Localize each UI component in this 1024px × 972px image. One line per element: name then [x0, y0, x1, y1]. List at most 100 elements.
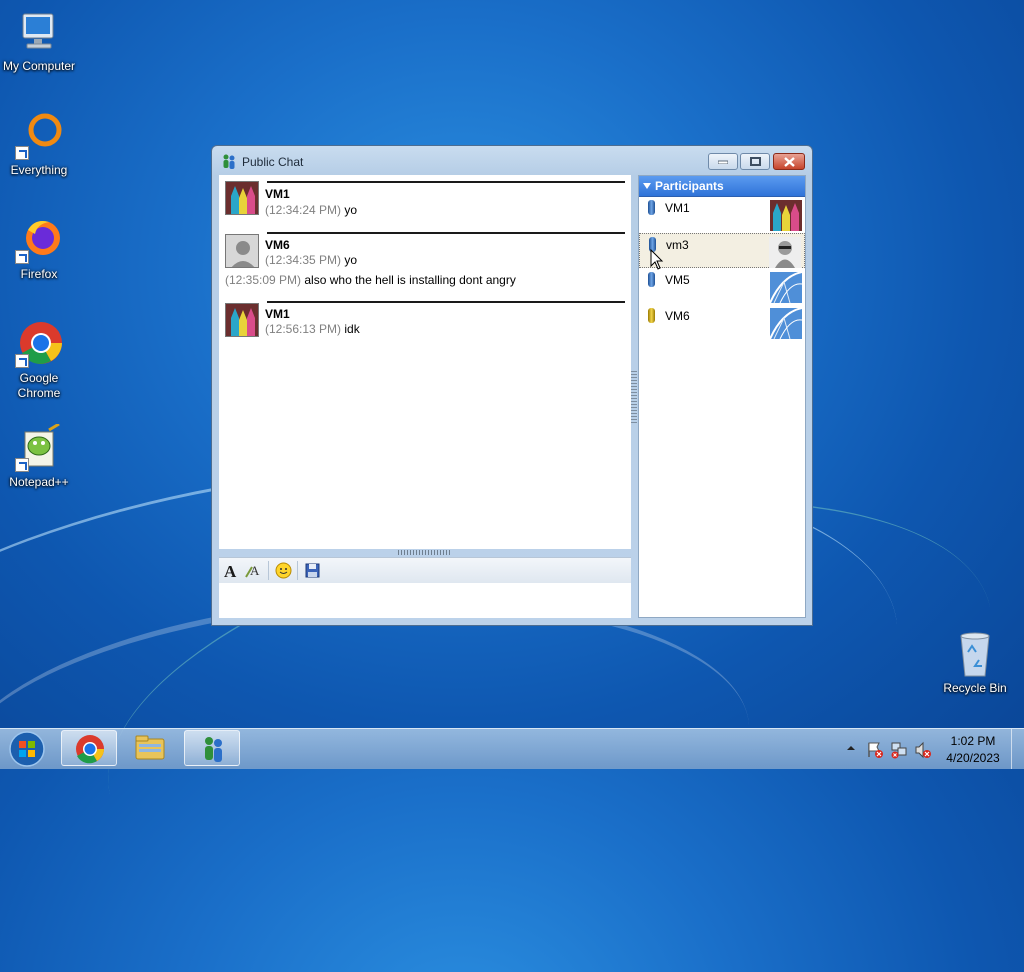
- taskbar-file-explorer[interactable]: [122, 730, 178, 766]
- desktop-icon-notepad-plus-plus[interactable]: Notepad++: [0, 422, 78, 490]
- minimize-button[interactable]: [708, 153, 738, 170]
- shortcut-arrow-icon: [15, 146, 29, 160]
- shortcut-arrow-icon: [15, 250, 29, 264]
- format-toolbar: A A: [219, 557, 631, 584]
- volume-muted-icon[interactable]: [914, 741, 932, 759]
- system-tray: [842, 729, 932, 769]
- emoticon-button[interactable]: [275, 562, 292, 579]
- everything-search-icon: [15, 112, 63, 160]
- message-input[interactable]: [219, 583, 631, 618]
- message-group: VM6 (12:34:35 PM) yo (12:35:09 PM) also …: [225, 232, 625, 294]
- message-line: (12:34:35 PM) yo: [265, 253, 357, 267]
- show-desktop-button[interactable]: [1011, 729, 1024, 769]
- svg-text:A: A: [224, 562, 237, 579]
- close-icon: [783, 156, 795, 167]
- recycle-bin-icon: [951, 630, 999, 678]
- show-hidden-icons-icon[interactable]: [846, 744, 856, 752]
- message-group: VM1 (12:34:24 PM) yo: [225, 181, 625, 221]
- restore-button[interactable]: [740, 153, 770, 170]
- participants-panel: Participants VM1 vm3 VM5 VM6: [638, 175, 806, 618]
- svg-text:A: A: [250, 563, 260, 578]
- taskbar-public-chat[interactable]: [184, 730, 240, 766]
- firefox-icon: [15, 216, 63, 264]
- avatar: [225, 181, 259, 215]
- message-group: VM1 (12:56:13 PM) idk: [225, 301, 625, 341]
- desktop-icon-label: My Computer: [2, 59, 76, 73]
- action-center-flag-icon[interactable]: [866, 741, 884, 759]
- desktop-icon-recycle-bin[interactable]: Recycle Bin: [936, 630, 1014, 696]
- shortcut-arrow-icon: [15, 354, 29, 368]
- message-author: VM1: [265, 187, 290, 201]
- message-line: (12:35:09 PM) also who the hell is insta…: [225, 273, 516, 287]
- chat-app-icon: [222, 154, 236, 169]
- smiley-icon: [275, 562, 292, 579]
- desktop-icon-label: Firefox: [20, 267, 58, 281]
- participant-item[interactable]: VM6: [639, 305, 805, 340]
- mouse-cursor-icon: [650, 249, 664, 270]
- participant-avatar: [770, 272, 802, 303]
- title-bar[interactable]: Public Chat: [212, 146, 812, 176]
- save-icon: [305, 563, 320, 578]
- clock-time: 1:02 PM: [950, 734, 996, 748]
- message-separator: [267, 181, 625, 183]
- close-button[interactable]: [773, 153, 805, 170]
- desktop-icon-everything[interactable]: Everything: [0, 112, 78, 178]
- network-icon[interactable]: [890, 741, 908, 759]
- participant-name: VM1: [665, 201, 690, 215]
- chrome-icon: [76, 735, 104, 764]
- message-separator: [267, 232, 625, 234]
- user-status-icon: [648, 272, 655, 287]
- message-timestamp: (12:34:24 PM): [265, 203, 342, 217]
- toolbar-separator: [297, 561, 298, 580]
- message-text: yo: [341, 253, 358, 267]
- notepad-plus-plus-icon: [15, 422, 63, 472]
- pane-splitter-vertical[interactable]: [631, 371, 637, 423]
- windows-start-icon: [9, 731, 45, 767]
- public-chat-window[interactable]: Public Chat VM1 (12:34:24 PM) yo VM6 (12…: [211, 145, 813, 626]
- avatar: [225, 303, 259, 337]
- message-timestamp: (12:34:35 PM): [265, 253, 342, 267]
- participant-name: VM5: [665, 273, 690, 287]
- chrome-icon: [15, 320, 63, 368]
- participants-header[interactable]: Participants: [639, 176, 805, 197]
- start-button[interactable]: [4, 730, 50, 768]
- pane-splitter-horizontal[interactable]: [398, 550, 452, 555]
- collapse-arrow-icon: [643, 183, 651, 189]
- user-status-icon: [648, 308, 655, 323]
- desktop-icon-my-computer[interactable]: My Computer: [0, 8, 78, 74]
- participant-item[interactable]: VM1: [639, 197, 805, 232]
- message-text: yo: [341, 203, 358, 217]
- participants-header-label: Participants: [655, 179, 724, 193]
- participant-name: VM6: [665, 309, 690, 323]
- font-color-button[interactable]: A: [245, 562, 262, 579]
- taskbar: 1:02 PM 4/20/2023: [0, 728, 1024, 769]
- folder-icon: [135, 735, 165, 760]
- message-timestamp: (12:35:09 PM): [225, 273, 302, 287]
- taskbar-chrome[interactable]: [61, 730, 117, 766]
- window-title: Public Chat: [242, 155, 304, 169]
- chat-app-icon: [205, 737, 222, 762]
- desktop-icon-google-chrome[interactable]: Google Chrome: [0, 320, 78, 401]
- desktop-icon-firefox[interactable]: Firefox: [0, 216, 78, 282]
- minimize-icon: [718, 160, 728, 164]
- text-style-icon: A: [245, 563, 260, 578]
- participant-avatar: [769, 237, 801, 268]
- message-text: idk: [341, 322, 360, 336]
- taskbar-clock[interactable]: 1:02 PM 4/20/2023: [936, 733, 1010, 767]
- user-status-icon: [648, 200, 655, 215]
- font-icon: A: [224, 562, 237, 581]
- restore-icon: [749, 157, 761, 166]
- chat-history[interactable]: VM1 (12:34:24 PM) yo VM6 (12:34:35 PM) y…: [219, 175, 631, 549]
- participant-item[interactable]: VM5: [639, 269, 805, 304]
- message-separator: [267, 301, 625, 303]
- message-line: (12:34:24 PM) yo: [265, 203, 357, 217]
- desktop-icon-label: Everything: [10, 163, 68, 177]
- participant-name: vm3: [666, 238, 689, 252]
- save-button[interactable]: [304, 562, 321, 579]
- message-text: also who the hell is installing dont ang…: [301, 273, 516, 287]
- avatar: [225, 234, 259, 268]
- participant-avatar: [770, 308, 802, 339]
- font-button[interactable]: A: [223, 562, 240, 581]
- message-timestamp: (12:56:13 PM): [265, 322, 342, 336]
- shortcut-arrow-icon: [15, 458, 29, 472]
